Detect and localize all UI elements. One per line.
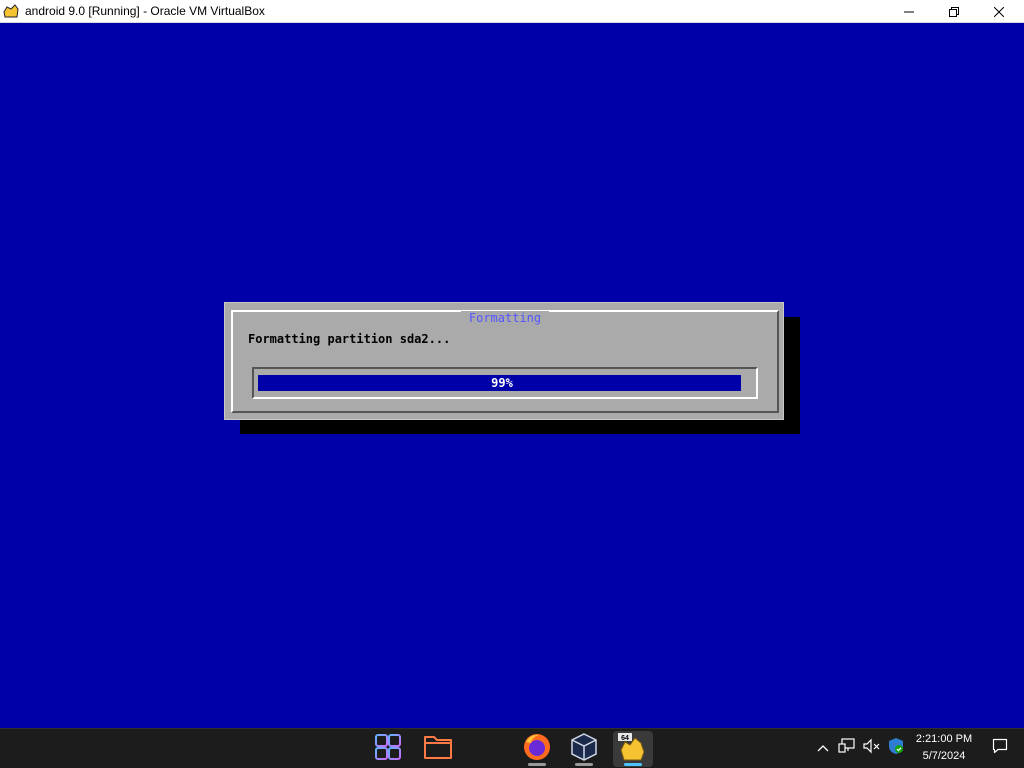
firefox-button[interactable] (517, 731, 557, 767)
formatting-dialog: Formatting Formatting partition sda2... … (224, 302, 784, 420)
clock-date: 5/7/2024 (922, 750, 966, 762)
running-indicator (575, 763, 593, 766)
network-button[interactable] (838, 737, 856, 759)
progress-track: 99% (258, 375, 746, 391)
running-indicator (624, 763, 642, 766)
progress-label: 99% (491, 376, 513, 390)
taskbar: 64 2:21:00 PM 5/7/2024 (0, 728, 1024, 768)
close-button[interactable] (976, 0, 1022, 23)
volume-button[interactable] (863, 738, 881, 759)
show-hidden-icons-button[interactable] (814, 739, 832, 757)
security-button[interactable] (887, 737, 905, 760)
dialog-title: Formatting (233, 311, 777, 325)
file-explorer-button[interactable] (418, 731, 458, 767)
clock-time: 2:21:00 PM (915, 733, 973, 745)
dialog-message: Formatting partition sda2... (248, 332, 451, 346)
security-icon (888, 737, 904, 760)
notifications-button[interactable] (991, 738, 1009, 759)
running-indicator (528, 763, 546, 766)
window-titlebar[interactable]: android 9.0 [Running] - Oracle VM Virtua… (0, 0, 1024, 23)
restore-button[interactable] (931, 0, 977, 23)
window-title: android 9.0 [Running] - Oracle VM Virtua… (25, 4, 265, 18)
start-button[interactable] (368, 731, 408, 767)
start-icon (375, 733, 401, 765)
restore-icon (949, 6, 959, 17)
virtualbox-vm-button[interactable]: 64 (613, 731, 653, 767)
virtualbox-vm-icon: 64 (617, 732, 649, 767)
minimize-icon (904, 7, 914, 17)
firefox-icon (522, 732, 552, 767)
virtualbox-button[interactable] (564, 731, 604, 767)
network-icon (838, 737, 856, 759)
notification-icon (992, 738, 1008, 759)
progress-frame: 99% (252, 367, 758, 399)
volume-muted-icon (863, 738, 881, 759)
virtualbox-app-icon (3, 3, 19, 19)
chevron-up-icon (817, 739, 829, 757)
virtualbox-icon (569, 732, 599, 767)
file-explorer-icon (423, 734, 453, 765)
system-clock[interactable]: 2:21:00 PM 5/7/2024 (904, 731, 984, 767)
minimize-button[interactable] (886, 0, 932, 23)
close-icon (994, 6, 1004, 17)
vm-badge: 64 (621, 735, 629, 742)
